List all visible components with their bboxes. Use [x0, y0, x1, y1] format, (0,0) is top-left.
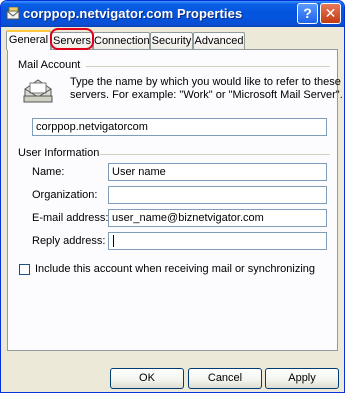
include-account-label[interactable]: Include this account when receiving mail…	[35, 263, 315, 276]
mail-account-description-line-2: servers. For example: "Work" or "Microso…	[70, 89, 343, 101]
name-label: Name:	[32, 166, 65, 178]
reply-address-label: Reply address:	[32, 235, 106, 247]
properties-dialog: corppop.netvigator.com Properties ? ✕ Ge…	[0, 0, 345, 393]
apply-button[interactable]: Apply	[265, 368, 339, 389]
email-label: E-mail address:	[32, 212, 109, 224]
organization-label: Organization:	[32, 189, 98, 201]
mail-account-description-line-1: Type the name by which you would like to…	[70, 76, 341, 88]
window-title: corppop.netvigator.com Properties	[23, 6, 243, 21]
user-information-group-label: User Information	[18, 147, 100, 159]
ok-button[interactable]: OK	[110, 368, 184, 389]
tab-advanced[interactable]: Advanced	[193, 32, 245, 49]
close-icon: ✕	[324, 5, 337, 21]
close-button[interactable]: ✕	[320, 3, 341, 24]
mail-account-icon	[23, 79, 53, 103]
account-name-field[interactable]: corppop.netvigatorcom	[32, 118, 327, 136]
group-divider	[86, 66, 330, 67]
group-divider	[100, 154, 330, 155]
mail-account-group-label: Mail Account	[18, 59, 81, 71]
tab-security[interactable]: Security	[150, 32, 193, 49]
general-tab-panel: Mail Account Type the name by which you …	[7, 49, 343, 351]
title-bar[interactable]: corppop.netvigator.com Properties ? ✕	[1, 1, 344, 27]
help-button[interactable]: ?	[297, 3, 318, 24]
cancel-button[interactable]: Cancel	[188, 368, 262, 389]
email-field[interactable]: user_name@biznetvigator.com	[108, 209, 327, 227]
text-cursor	[113, 235, 114, 247]
organization-field[interactable]	[108, 186, 327, 204]
tab-general[interactable]: General	[6, 30, 51, 50]
name-field[interactable]: User name	[108, 163, 327, 181]
servers-tab-highlight	[50, 28, 94, 50]
include-account-checkbox[interactable]	[19, 264, 30, 275]
reply-address-field[interactable]	[108, 232, 327, 250]
mail-account-icon	[6, 7, 20, 20]
tab-connection[interactable]: Connection	[93, 32, 150, 49]
